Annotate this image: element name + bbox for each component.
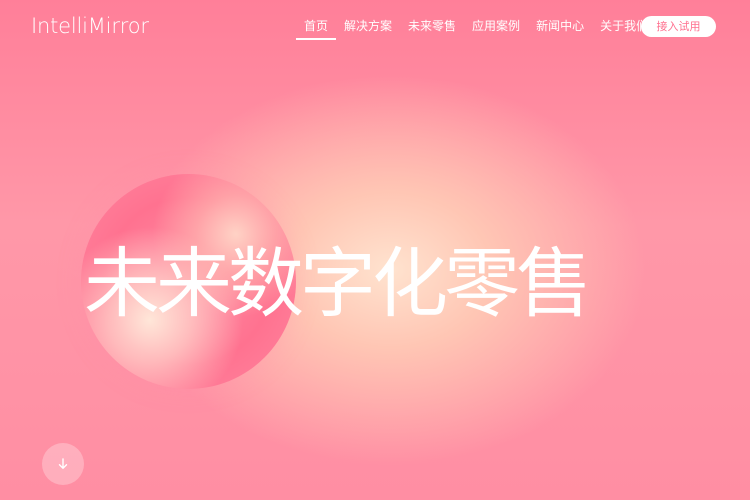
down-arrow-icon bbox=[58, 458, 68, 469]
nav-cases[interactable]: 应用案例 bbox=[464, 18, 528, 34]
trial-button[interactable]: 接入试用 bbox=[641, 16, 716, 37]
main-nav: 首页 解决方案 未来零售 应用案例 新闻中心 关于我们 bbox=[296, 18, 656, 40]
nav-future-retail[interactable]: 未来零售 bbox=[400, 18, 464, 34]
nav-solutions[interactable]: 解决方案 bbox=[336, 18, 400, 34]
nav-home[interactable]: 首页 bbox=[296, 18, 337, 40]
hero-title: 未来数字化零售 bbox=[84, 239, 592, 328]
top-header: IntelliMirror 首页 解决方案 未来零售 应用案例 新闻中心 关于我… bbox=[0, 0, 750, 56]
logo[interactable]: IntelliMirror bbox=[31, 14, 149, 38]
scroll-down-button[interactable] bbox=[42, 443, 84, 485]
nav-news[interactable]: 新闻中心 bbox=[528, 18, 592, 34]
